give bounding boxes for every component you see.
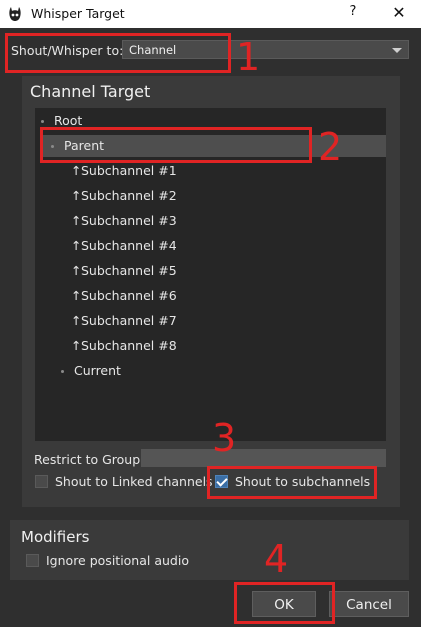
tree-item-label: Subchannel #6: [81, 288, 177, 303]
arrow-up-icon: ↑: [71, 238, 82, 253]
tree-item-subchannel[interactable]: ↑Subchannel #5: [71, 260, 177, 282]
shout-whisper-value: Channel: [129, 43, 177, 57]
tree-item-label: Subchannel #4: [81, 238, 177, 253]
shout-whisper-select[interactable]: Channel: [122, 40, 409, 59]
shout-linked-label: Shout to Linked channels: [55, 474, 213, 489]
annotation-number-2: 2: [318, 125, 343, 169]
tree-item-label: Root: [54, 113, 83, 128]
tree-item-label: Subchannel #5: [81, 263, 177, 278]
tree-item-label: Subchannel #2: [81, 188, 177, 203]
tree-item-label: Subchannel #3: [81, 213, 177, 228]
close-button[interactable]: ✕: [384, 3, 414, 25]
tree-item-root[interactable]: Root: [41, 110, 82, 132]
tree-item-subchannel[interactable]: ↑Subchannel #6: [71, 285, 177, 307]
checkbox-box[interactable]: [26, 554, 39, 567]
ok-button[interactable]: OK: [252, 591, 316, 617]
checkmark-icon[interactable]: [215, 475, 228, 488]
tree-item-subchannel[interactable]: ↑Subchannel #7: [71, 310, 177, 332]
arrow-up-icon: ↑: [71, 288, 82, 303]
restrict-group-field[interactable]: [141, 449, 386, 467]
tree-item-label: Parent: [64, 138, 105, 153]
arrow-up-icon: ↑: [71, 188, 82, 203]
tree-item-label: Subchannel #8: [81, 338, 177, 353]
tree-bullet-icon: [51, 145, 54, 148]
tree-bullet-icon: [61, 370, 64, 373]
tree-item-subchannel[interactable]: ↑Subchannel #1: [71, 160, 177, 182]
modifiers-title: Modifiers: [21, 528, 90, 546]
shout-whisper-label: Shout/Whisper to:: [11, 43, 124, 58]
annotation-number-4: 4: [264, 537, 289, 581]
ignore-positional-checkbox[interactable]: Ignore positional audio: [26, 552, 189, 570]
tree-item-subchannel[interactable]: ↑Subchannel #8: [71, 335, 177, 357]
shout-subchannels-label: Shout to subchannels: [235, 474, 371, 489]
annotation-number-3: 3: [212, 416, 237, 460]
shout-subchannels-checkbox[interactable]: Shout to subchannels: [215, 473, 370, 491]
help-button[interactable]: ?: [338, 4, 368, 24]
arrow-up-icon: ↑: [71, 263, 82, 278]
cancel-button[interactable]: Cancel: [329, 591, 409, 617]
restrict-group-label: Restrict to Group: [34, 452, 141, 467]
tree-item-current[interactable]: Current: [61, 360, 121, 382]
arrow-up-icon: ↑: [71, 163, 82, 178]
mumble-app-icon: [9, 7, 21, 21]
annotation-number-1: 1: [236, 35, 261, 79]
tree-item-subchannel[interactable]: ↑Subchannel #3: [71, 210, 177, 232]
checkbox-box[interactable]: [35, 475, 48, 488]
tree-bullet-icon: [41, 120, 44, 123]
tree-item-label: Current: [74, 363, 121, 378]
chevron-down-icon: [392, 48, 402, 53]
arrow-up-icon: ↑: [71, 313, 82, 328]
tree-item-subchannel[interactable]: ↑Subchannel #4: [71, 235, 177, 257]
window-title: Whisper Target: [31, 6, 125, 21]
arrow-up-icon: ↑: [71, 213, 82, 228]
tree-item-label: Subchannel #1: [81, 163, 177, 178]
title-bar: Whisper Target ? ✕: [0, 0, 421, 28]
tree-item-subchannel[interactable]: ↑Subchannel #2: [71, 185, 177, 207]
arrow-up-icon: ↑: [71, 338, 82, 353]
ignore-positional-label: Ignore positional audio: [46, 553, 189, 568]
channel-target-title: Channel Target: [30, 82, 151, 101]
tree-item-label: Subchannel #7: [81, 313, 177, 328]
shout-linked-checkbox[interactable]: Shout to Linked channels: [35, 473, 213, 491]
